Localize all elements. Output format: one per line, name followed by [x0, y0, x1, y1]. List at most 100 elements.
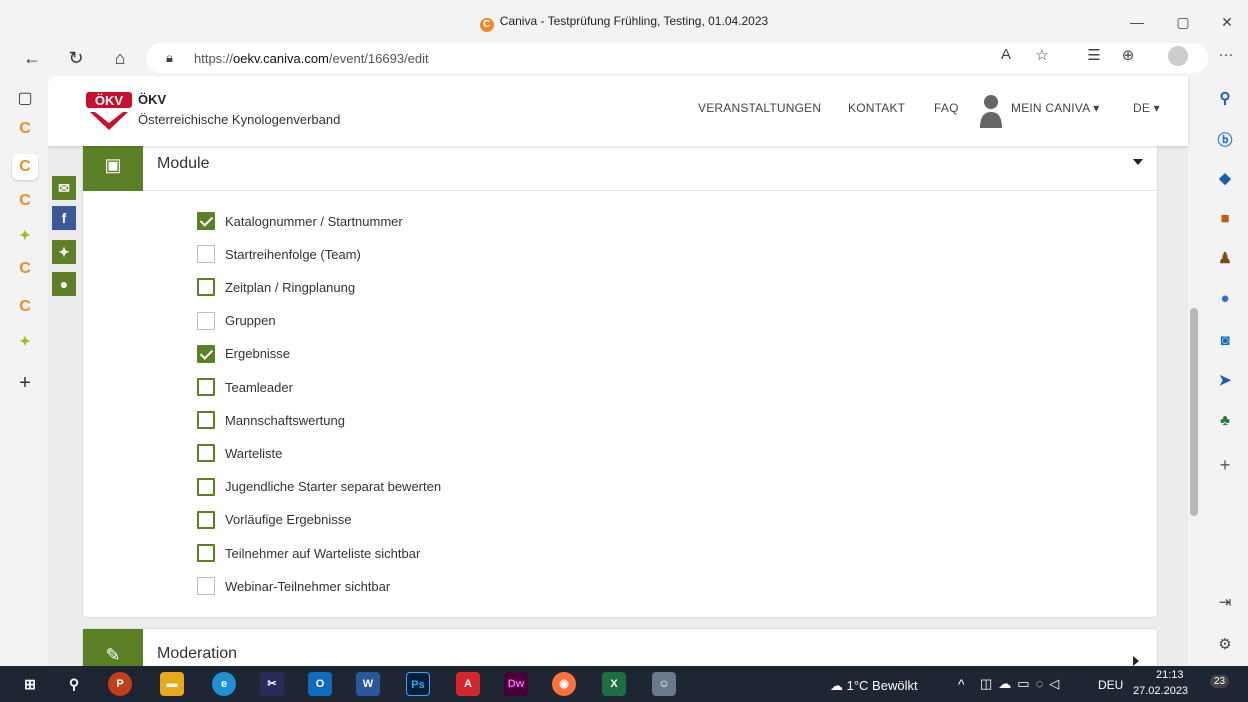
close-button[interactable]: ✕: [1212, 10, 1242, 34]
module-option[interactable]: Vorläufige Ergebnisse: [197, 510, 351, 530]
module-option-label: Vorläufige Ergebnisse: [225, 512, 352, 528]
dreamweaver-icon[interactable]: Dw: [504, 672, 528, 696]
module-option-label: Startreihenfolge (Team): [225, 246, 361, 262]
read-aloud-icon[interactable]: A: [996, 46, 1016, 63]
nav-faq[interactable]: FAQ: [934, 101, 959, 115]
checkbox[interactable]: [197, 245, 215, 264]
office-icon[interactable]: ●: [1214, 288, 1236, 310]
tray-chevron-icon[interactable]: ^: [958, 676, 965, 692]
checkbox[interactable]: [197, 544, 215, 562]
email-share-icon[interactable]: ✉: [52, 176, 76, 200]
search-icon[interactable]: ⚲: [1214, 88, 1236, 110]
tab-caniva-5-icon[interactable]: C: [12, 294, 38, 320]
tab-actions-icon[interactable]: ▢: [12, 86, 38, 112]
file-explorer-icon[interactable]: ▬: [160, 672, 184, 696]
firefox-icon[interactable]: ◉: [552, 672, 576, 696]
user-icon[interactable]: [980, 94, 1002, 128]
tab-caniva-active-icon[interactable]: C: [12, 154, 38, 180]
checkbox-checked[interactable]: [197, 212, 215, 230]
photoshop-icon[interactable]: Ps: [406, 672, 430, 696]
word-icon[interactable]: W: [356, 672, 380, 696]
back-icon[interactable]: ←: [20, 46, 44, 70]
nav-language[interactable]: DE ▾: [1133, 101, 1160, 115]
more-menu-icon[interactable]: ···: [1216, 46, 1236, 63]
checkbox[interactable]: [197, 477, 215, 496]
tab-caniva-4-icon[interactable]: C: [12, 256, 38, 282]
input-language[interactable]: DEU: [1098, 678, 1123, 692]
checkbox[interactable]: [197, 411, 215, 430]
outlook-icon[interactable]: ◙: [1214, 330, 1236, 352]
lock-icon[interactable]: 🔒︎: [166, 50, 173, 66]
page-scrollbar[interactable]: [1188, 76, 1200, 666]
module-option[interactable]: Ergebnisse: [197, 344, 290, 364]
nav-mein-caniva[interactable]: MEIN CANIVA ▾: [1011, 101, 1099, 115]
checkbox[interactable]: [197, 278, 215, 297]
weather-widget[interactable]: ☁ 1°C Bewölkt: [830, 678, 918, 694]
module-option[interactable]: Katalognummer / Startnummer: [197, 211, 403, 231]
games-icon[interactable]: ♟: [1214, 248, 1236, 270]
tab-dog-1-icon[interactable]: ✦: [12, 222, 38, 248]
settings-gear-icon[interactable]: ⚙: [1214, 634, 1236, 656]
outlook-taskbar-icon[interactable]: O: [308, 672, 332, 696]
facebook-icon[interactable]: f: [52, 206, 76, 230]
restore-button[interactable]: ▢: [1168, 10, 1198, 34]
checkbox[interactable]: [197, 378, 215, 396]
add-sidebar-icon[interactable]: +: [1214, 454, 1236, 476]
telegram-icon[interactable]: ➤: [1214, 370, 1236, 392]
excel-icon[interactable]: X: [602, 672, 626, 696]
favorites-icon[interactable]: ☰: [1084, 46, 1104, 64]
caret-right-icon[interactable]: [1133, 656, 1139, 666]
clock-date[interactable]: 27.02.2023: [1133, 685, 1188, 697]
checkbox-checked[interactable]: [197, 344, 215, 363]
home-icon[interactable]: ⌂: [108, 46, 132, 70]
checkbox[interactable]: [197, 577, 215, 596]
edge-icon[interactable]: e: [212, 672, 236, 696]
checkbox[interactable]: [197, 444, 215, 463]
refresh-icon[interactable]: ↻: [64, 46, 88, 70]
tab-caniva-3-icon[interactable]: C: [12, 188, 38, 214]
new-tab-icon[interactable]: +: [12, 370, 38, 396]
module-option[interactable]: Zeitplan / Ringplanung: [197, 277, 355, 297]
module-option[interactable]: Jugendliche Starter separat bewerten: [197, 477, 441, 497]
okv-logo-icon[interactable]: ÖKV: [86, 90, 132, 134]
profile-avatar-icon[interactable]: [1168, 46, 1188, 66]
bing-chat-icon[interactable]: ⓑ: [1214, 130, 1236, 152]
minimize-button[interactable]: —: [1122, 10, 1152, 34]
checkbox[interactable]: [197, 311, 215, 330]
sidebar-collapse-icon[interactable]: ⇥: [1214, 592, 1236, 614]
module-option[interactable]: Gruppen: [197, 311, 276, 331]
caret-down-icon[interactable]: [1133, 159, 1143, 165]
acrobat-icon[interactable]: A: [456, 672, 480, 696]
url-text[interactable]: https://oekv.caniva.com/event/16693/edit: [194, 51, 429, 66]
notification-badge[interactable]: 23: [1210, 675, 1230, 688]
location-icon[interactable]: ●: [52, 272, 76, 296]
module-option[interactable]: Mannschaftswertung: [197, 410, 345, 430]
tab-caniva-1-icon[interactable]: C: [12, 116, 38, 142]
module-option[interactable]: Warteliste: [197, 443, 282, 463]
taskbar-search-icon[interactable]: ⚲: [62, 672, 86, 696]
module-option[interactable]: Teamleader: [197, 377, 293, 397]
collections-icon[interactable]: ⊕: [1118, 46, 1138, 64]
clock-time[interactable]: 21:13: [1156, 669, 1184, 681]
checkbox[interactable]: [197, 510, 215, 529]
module-option[interactable]: Startreihenfolge (Team): [197, 244, 361, 264]
nav-kontakt[interactable]: KONTAKT: [848, 101, 905, 115]
nav-veranstaltungen[interactable]: VERANSTALTUNGEN: [698, 101, 821, 115]
module-option[interactable]: Webinar-Teilnehmer sichtbar: [197, 576, 390, 596]
windows-start-icon[interactable]: ⊞: [18, 672, 42, 696]
module-option[interactable]: Teilnehmer auf Warteliste sichtbar: [197, 543, 420, 563]
brand-name[interactable]: ÖKV: [138, 92, 340, 107]
tray-icons[interactable]: ◫☁▭◌◁: [980, 676, 1065, 692]
tools-icon[interactable]: ■: [1214, 208, 1236, 230]
dog-share-icon[interactable]: ✦: [52, 240, 76, 264]
photo-app-icon[interactable]: ☺: [652, 672, 676, 696]
scrollbar-thumb[interactable]: [1190, 308, 1198, 516]
tree-icon[interactable]: ♣: [1214, 410, 1236, 432]
powerpoint-icon[interactable]: P: [108, 672, 132, 696]
snipping-tool-icon[interactable]: ✂: [260, 672, 284, 696]
shopping-tag-icon[interactable]: ◆: [1214, 168, 1236, 190]
favorite-add-icon[interactable]: ☆: [1032, 46, 1052, 64]
module-card-header[interactable]: ▣ Module: [83, 139, 1159, 191]
moderation-card[interactable]: ✎ Moderation: [82, 628, 1158, 666]
tab-dog-2-icon[interactable]: ✦: [12, 328, 38, 354]
